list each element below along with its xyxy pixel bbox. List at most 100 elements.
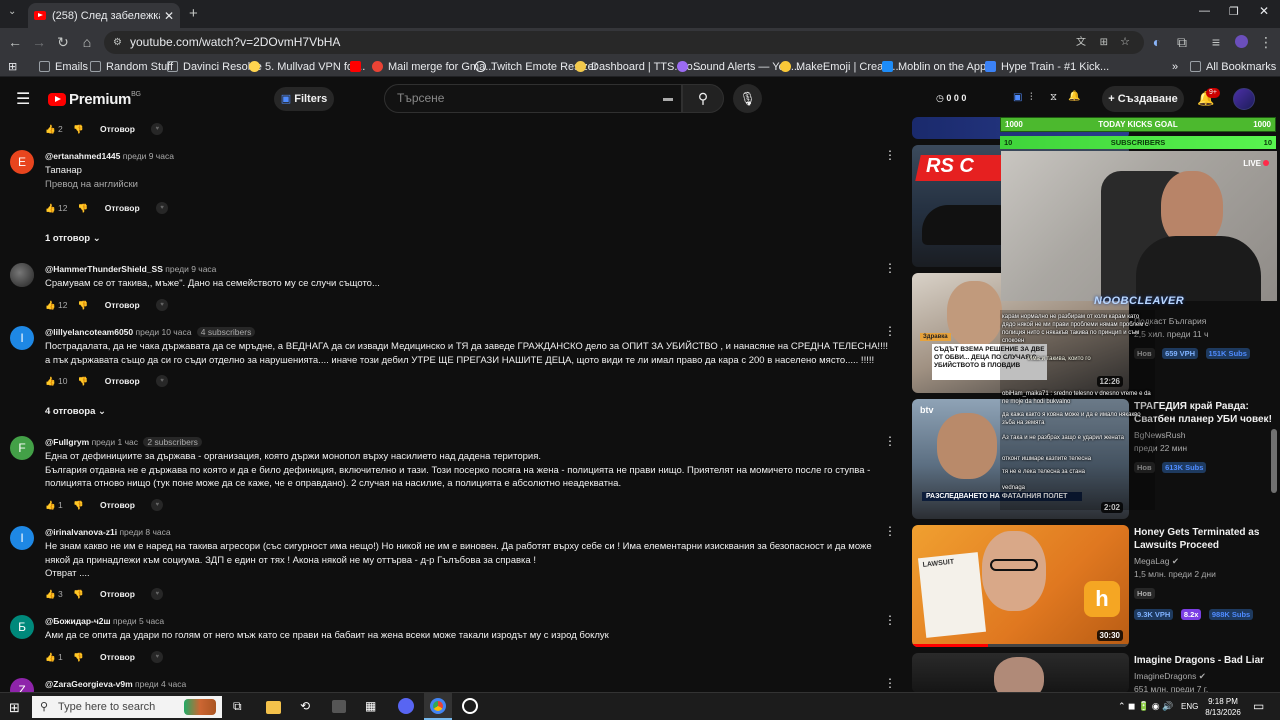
language-indicator[interactable]: ENG (1181, 701, 1198, 712)
view-replies-button[interactable]: 4 отговора ⌄ (45, 406, 106, 417)
notification-center-icon[interactable]: ▭ (1253, 699, 1264, 713)
menu-hamburger-icon[interactable]: ☰ (16, 89, 30, 109)
avatar[interactable]: Z (10, 678, 34, 692)
comment-time[interactable]: преди 10 часа (136, 327, 192, 337)
video-title[interactable]: Honey Gets Terminated as Lawsuits Procee… (1134, 526, 1280, 552)
windows-start-icon[interactable]: ⊞ (9, 700, 20, 716)
browser-tab[interactable]: (258) След забележка: Жена бе... ✕ (28, 3, 180, 28)
new-tab-button[interactable]: + (189, 5, 198, 22)
comment-menu-icon[interactable]: ⋮ (884, 525, 896, 537)
bookmark-item[interactable]: Emails (39, 59, 88, 75)
bookmark-star-icon[interactable]: ☆ (1120, 31, 1130, 54)
keyboard-icon[interactable]: ▬ (663, 85, 673, 112)
video-info[interactable]: Imagine Dragons - Bad Liar ImagineDragon… (1134, 654, 1280, 692)
bookmark-item[interactable]: Random Stuff (90, 59, 173, 75)
install-icon[interactable]: ⊞ (1100, 31, 1108, 54)
back-icon[interactable]: ← (5, 32, 25, 52)
channel-name[interactable]: ImagineDragons ✔ (1134, 670, 1280, 683)
forward-icon[interactable]: → (29, 32, 49, 52)
like-icon[interactable]: 👍 (45, 649, 56, 665)
account-avatar[interactable] (1233, 88, 1255, 110)
app-icon-d[interactable] (462, 698, 478, 714)
like-icon[interactable]: 👍 (45, 121, 56, 137)
comment-author[interactable]: @lillyelancoteam6050 (45, 327, 133, 337)
comment-author[interactable]: @HammerThunderShield_SS (45, 264, 163, 274)
search-button[interactable]: ⚲ (682, 84, 724, 113)
ext-icon-b[interactable]: ⫶ (1030, 92, 1033, 103)
more-bookmarks-icon[interactable]: » (1172, 59, 1178, 75)
ext-icon-a[interactable]: ▣ (1013, 92, 1022, 103)
ext-icon-c[interactable]: ⧖ (1050, 92, 1057, 103)
reply-button[interactable]: Отговор (105, 373, 140, 389)
like-icon[interactable]: 👍 (45, 200, 56, 216)
voice-search-button[interactable]: 🎙 (733, 84, 762, 113)
avatar[interactable]: Б (10, 615, 34, 639)
comment-author[interactable]: @Божидар-ч2ш (45, 616, 111, 626)
youtube-premium-logo[interactable]: PremiumBG (48, 91, 141, 108)
translate-icon[interactable]: 文 (1076, 31, 1086, 54)
translate-link[interactable]: Превод на английски (45, 178, 895, 192)
create-button[interactable]: + Създаване (1102, 86, 1184, 112)
app-icon-a[interactable]: ⟲ (300, 699, 310, 713)
comment-time[interactable]: преди 5 часа (113, 616, 164, 626)
discord-icon[interactable] (398, 698, 414, 714)
media-icon[interactable]: ≡ (1206, 32, 1226, 52)
dislike-icon[interactable]: 👎 (73, 497, 84, 513)
clock[interactable]: 9:18 PM 8/13/2026 (1200, 696, 1246, 718)
url-field[interactable]: ⚙ youtube.com/watch?v=2DOvmH7VbHA 文 ⊞ ☆ (104, 31, 1144, 54)
app-icon-b[interactable] (332, 700, 346, 713)
comment-time[interactable]: преди 1 час (92, 437, 138, 447)
search-input[interactable]: Търсене ▬ (384, 84, 682, 113)
reply-button[interactable]: Отговор (105, 297, 140, 313)
site-info-icon[interactable]: ⚙ (113, 31, 122, 54)
comment-menu-icon[interactable]: ⋮ (884, 435, 896, 447)
comment-menu-icon[interactable]: ⋮ (884, 677, 896, 689)
comment-menu-icon[interactable]: ⋮ (884, 149, 896, 161)
extension-icon[interactable]: ◐ (1147, 32, 1167, 52)
view-replies-button[interactable]: 1 отговор ⌄ (45, 233, 101, 244)
comment-time[interactable]: преди 9 часа (123, 151, 174, 161)
ext-icon-d[interactable]: 🔔 (1068, 91, 1080, 102)
comment-menu-icon[interactable]: ⋮ (884, 262, 896, 274)
home-icon[interactable]: ⌂ (77, 32, 97, 52)
comment-author[interactable]: @Fullgrym (45, 437, 89, 447)
file-explorer-icon[interactable] (266, 701, 281, 714)
comment-author[interactable]: @ertanahmed1445 (45, 151, 120, 161)
reply-button[interactable]: Отговор (100, 121, 135, 137)
bookmark-item[interactable]: 5. Mullvad VPN for... (249, 59, 365, 75)
channel-name[interactable]: MegaLag ✔ (1134, 555, 1280, 568)
browser-menu-icon[interactable]: ⋮ (1256, 32, 1276, 52)
close-tab-icon[interactable]: ✕ (164, 9, 174, 23)
avatar[interactable]: E (10, 150, 34, 174)
filters-button[interactable]: ▣ Filters (274, 87, 334, 111)
reply-button[interactable]: Отговор (100, 497, 135, 513)
reload-icon[interactable]: ↻ (53, 32, 73, 52)
ext-stats[interactable]: ◷ 0 0 0 (936, 93, 966, 104)
comment-author[interactable]: @ZaraGeorgieva-v9m (45, 679, 133, 689)
video-info[interactable]: Honey Gets Terminated as Lawsuits Procee… (1134, 526, 1280, 622)
tray-icons[interactable]: ⌃ ◼ 🔋 ◉ 🔊 (1118, 701, 1173, 712)
avatar[interactable]: I (10, 526, 34, 550)
reply-button[interactable]: Отговор (100, 586, 135, 602)
chrome-icon-active[interactable] (424, 693, 452, 720)
dislike-icon[interactable]: 👎 (78, 373, 89, 389)
all-bookmarks[interactable]: All Bookmarks (1190, 59, 1276, 75)
bookmark-item[interactable]: Moblin on the App... (882, 59, 995, 75)
dislike-icon[interactable]: 👎 (73, 649, 84, 665)
video-title[interactable]: Imagine Dragons - Bad Liar (1134, 654, 1280, 667)
comment-time[interactable]: преди 4 часа (135, 679, 186, 689)
reply-button[interactable]: Отговор (100, 649, 135, 665)
video-thumbnail[interactable] (912, 653, 1129, 692)
taskbar-search[interactable]: ⚲ Type here to search (32, 696, 222, 718)
comment-time[interactable]: преди 8 часа (119, 527, 170, 537)
avatar[interactable] (10, 263, 34, 287)
like-icon[interactable]: 👍 (45, 586, 56, 602)
dislike-icon[interactable]: 👎 (78, 200, 89, 216)
avatar[interactable]: F (10, 436, 34, 460)
minimize-icon[interactable]: — (1199, 5, 1210, 17)
comment-menu-icon[interactable]: ⋮ (884, 325, 896, 337)
task-view-icon[interactable]: ⧉ (233, 699, 242, 714)
restore-icon[interactable]: ❐ (1229, 5, 1239, 18)
bookmark-item[interactable]: Hype Train - #1 Kick... (985, 59, 1109, 75)
apps-grid-icon[interactable]: ⊞ (8, 59, 17, 75)
